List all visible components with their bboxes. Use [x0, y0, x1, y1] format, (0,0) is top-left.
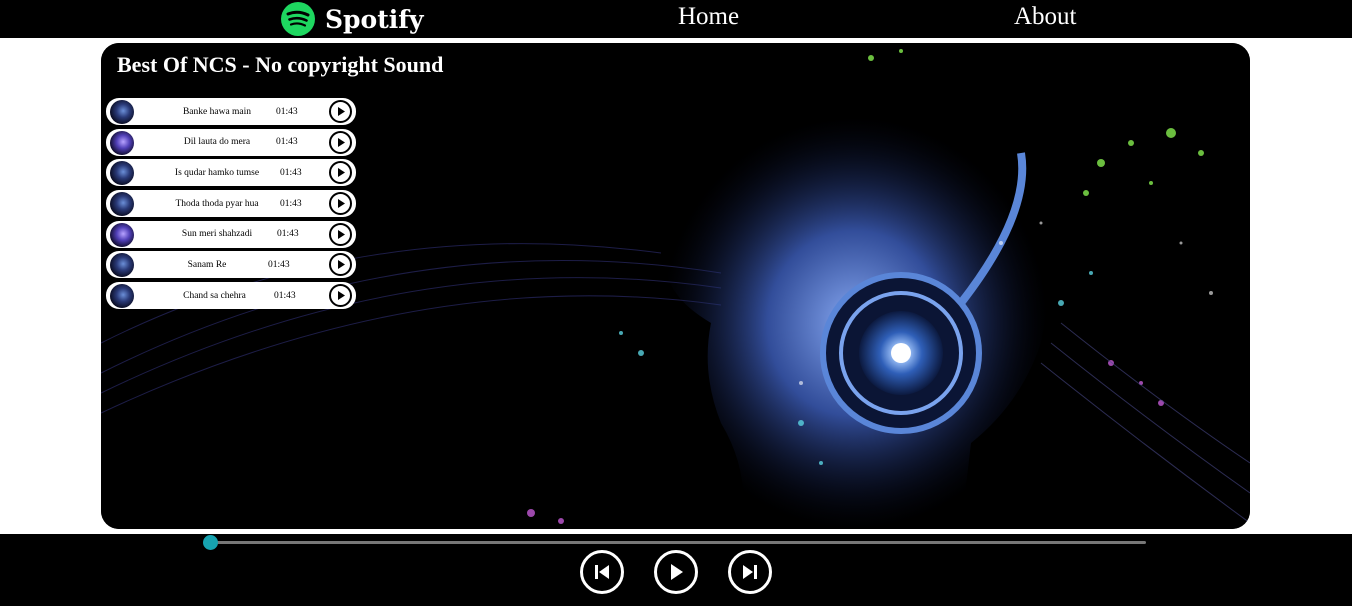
player-bar [0, 534, 1352, 606]
song-cover-image [110, 284, 134, 309]
song-name: Dil lauta do mera [183, 137, 251, 148]
navbar: Spotify Home About [0, 0, 1352, 38]
song-item[interactable]: Dil lauta do mera 01:43 [106, 128, 356, 156]
play-icon[interactable] [329, 253, 352, 277]
song-duration: 01:43 [277, 229, 299, 240]
song-cover-image [110, 253, 134, 278]
song-cover-image [110, 161, 134, 186]
play-icon[interactable] [329, 222, 352, 246]
song-name: Sanam Re [187, 259, 227, 270]
song-cover-image [110, 192, 134, 217]
song-name: Sun meri shahzadi [181, 229, 253, 240]
previous-icon [595, 565, 609, 579]
previous-button[interactable] [580, 550, 624, 594]
song-name: Is qudar hamko tumse [174, 167, 260, 178]
song-item[interactable]: Sanam Re 01:43 [106, 251, 356, 279]
song-item[interactable]: Banke hawa main 01:43 [106, 98, 356, 125]
nav-link-home[interactable]: Home [678, 3, 739, 31]
brand[interactable]: Spotify [280, 1, 424, 37]
song-item[interactable]: Sun meri shahzadi 01:43 [106, 220, 356, 248]
song-name: Chand sa chehra [183, 290, 246, 301]
play-icon[interactable] [329, 130, 352, 154]
play-button[interactable] [654, 550, 698, 594]
brand-name: Spotify [325, 4, 424, 34]
spotify-logo-icon [281, 2, 315, 36]
playlist-title: Best Of NCS - No copyright Sound [117, 52, 444, 77]
song-duration: 01:43 [280, 167, 302, 178]
song-item[interactable]: Thoda thoda pyar hua 01:43 [106, 190, 356, 218]
song-list: Banke hawa main 01:43 Dil lauta do mera … [106, 98, 356, 313]
progress-bar[interactable] [210, 541, 1146, 544]
song-name: Thoda thoda pyar hua [175, 198, 259, 209]
next-button[interactable] [728, 550, 772, 594]
song-cover-image [110, 130, 134, 155]
song-duration: 01:43 [276, 137, 298, 148]
song-cover-image [110, 100, 134, 124]
song-duration: 01:43 [274, 290, 296, 301]
song-item[interactable]: Chand sa chehra 01:43 [106, 282, 356, 310]
play-icon[interactable] [329, 100, 352, 123]
play-icon[interactable] [329, 192, 352, 216]
next-icon [743, 565, 757, 579]
song-duration: 01:43 [280, 198, 302, 209]
song-name: Banke hawa main [182, 106, 252, 117]
song-item[interactable]: Is qudar hamko tumse 01:43 [106, 159, 356, 187]
play-icon[interactable] [329, 284, 352, 308]
song-cover-image [110, 222, 134, 247]
song-duration: 01:43 [276, 106, 298, 117]
progress-thumb[interactable] [203, 535, 218, 550]
nav-link-about[interactable]: About [1014, 3, 1077, 31]
playlist-card: Best Of NCS - No copyright Sound Banke h… [101, 43, 1250, 529]
play-icon [671, 564, 683, 580]
song-duration: 01:43 [268, 259, 290, 270]
play-icon[interactable] [329, 161, 352, 185]
